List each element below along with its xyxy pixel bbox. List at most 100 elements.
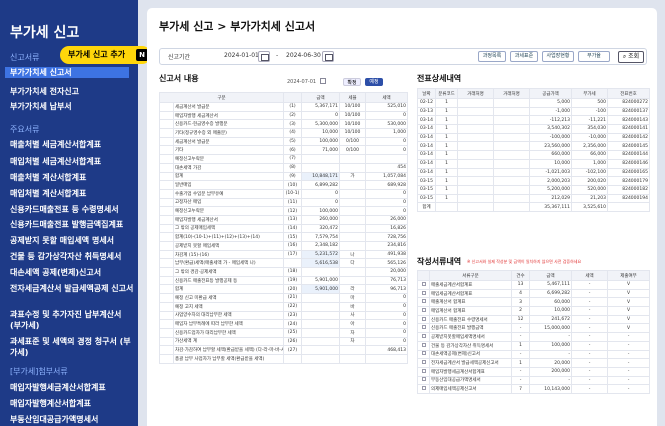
end-date-input[interactable]: 2024-06-30 [286,52,321,59]
table-row[interactable]: 매출계산서 합계표 3 60,000- V [417,297,650,308]
table-cell: 824000165 [607,167,650,178]
calendar-icon[interactable] [322,51,334,62]
table-row[interactable]: 신용카드 매출전표 수령명세서 12 241,672- V [417,314,650,325]
table-row[interactable]: 전자세금계산서 발급세액공제신고서 1 20,000- - [417,358,650,368]
row-checkbox[interactable] [417,366,430,377]
sidebar-item-vat-e-filing[interactable]: 부가가치세 전자신고 [10,86,79,97]
business-status-button[interactable]: 사업장현황 [542,51,574,62]
table-row[interactable]: 03-14 1 3,540,302 354,030 824000141 [417,124,650,134]
table-row[interactable]: 매입계산서 합계표 2 10,000- V [417,306,650,316]
table-cell: 기타(정규영수증 외 매출분) [173,128,284,138]
search-button[interactable]: ⌕ 조회 [618,51,644,63]
table-cell: 500 [571,98,608,108]
table-row[interactable]: 의제매입세액공제신고서 7 10,143,000- - [417,384,650,394]
row-checkbox[interactable] [417,297,430,308]
table-row[interactable]: 03-14 1 -112,213 -11,221 824000143 [417,115,650,126]
sidebar-item[interactable]: 건물 등 감가상각자산 취득명세서 [10,251,121,262]
sidebar-item[interactable]: 매출처별 세금계산서합계표 [10,139,101,150]
table-cell [159,128,174,138]
row-checkbox[interactable] [417,288,430,299]
table-row[interactable]: 03-14 1 660,000 66,000 824000144 [417,150,650,160]
table-cell: (10-1) [283,188,302,199]
sidebar-item[interactable]: 과세표준 및 세액의 경정 청구서 (부가세) [10,336,135,358]
table-cell: 1 [435,106,458,117]
table-cell [159,336,174,347]
table-row[interactable]: 매입세금계산서합계표 4 6,699,282- V [417,288,650,299]
row-checkbox[interactable] [417,332,430,342]
start-date-input[interactable]: 2024-01-01 [224,52,259,59]
sidebar-item-vat-return[interactable]: 부가가치세 신고서 [5,67,129,78]
table-cell [159,319,174,329]
calendar-icon[interactable] [320,78,326,84]
sidebar-item[interactable]: 과표수정 및 추가자진 납부계산서 (부가세) [10,309,135,331]
sidebar-item[interactable]: 전자세금계산서 발급세액공제 신고서 [10,283,135,294]
table-row[interactable]: 합계 35,367,111 3,525,610 [417,202,650,212]
row-checkbox[interactable] [417,340,430,351]
row-checkbox[interactable] [417,349,430,360]
table-cell: 354,030 [571,124,608,134]
table-cell: 0/100 [339,145,366,156]
row-checkbox[interactable] [417,314,430,325]
sidebar-item[interactable]: 매출처별 계산서합계표 [10,172,86,183]
table-row: 신용카드 매출전표등 발행공제 등 (19) 5,901,000 76,713 [159,275,408,286]
sidebar-item-vat-payment[interactable]: 부가가치세 납부서 [10,101,72,112]
table-row[interactable]: 03-14 1 23,560,000 2,356,000 824000145 [417,141,650,152]
table-row[interactable]: 03-14 1 -1,021,003 -102,100 824000165 [417,167,650,178]
row-checkbox[interactable] [417,384,430,394]
table-cell: 건물 등 감가상각자산 취득명세서 [429,340,512,351]
table-row[interactable]: 03-15 1 212,029 21,203 824000194 [417,193,650,204]
table-cell: 매출세금계산서합계표 [429,280,512,290]
table-row[interactable]: 03-15 1 2,000,203 200,020 824000179 [417,176,650,186]
table-cell: - [607,375,650,386]
table-row[interactable]: 공제받지못할매입세액명세서 - - - - [417,332,650,342]
table-row[interactable]: 부동산임대공급가액명세서 - - - - [417,375,650,386]
add-vat-return-shortcut[interactable]: 부가세 신고 추가 N [60,46,151,64]
vat-ratio-button[interactable]: 부가율 [578,51,610,62]
sidebar-item[interactable]: 매입처별 계산서합계표 [10,188,86,199]
sidebar-item[interactable]: 공제받지 못할 매입세액 명세서 [10,235,114,246]
table-row[interactable]: 매출세금계산서합계표 13 5,467,111- V [417,280,650,290]
tab-final[interactable]: 확정 [343,78,361,86]
sidebar-item[interactable]: 신용카드매출전표 등 수령명세서 [10,204,119,215]
column-header: 건수 [511,270,530,281]
table-row[interactable]: 건물 등 감가상각자산 취득명세서 1 100,000- - [417,340,650,351]
column-header: 전표번호 [607,88,650,99]
row-checkbox[interactable] [417,306,430,316]
table-cell [159,180,174,190]
tab-preliminary[interactable]: 예정 [365,78,383,86]
row-checkbox[interactable] [417,280,430,290]
table-row[interactable]: 03-15 1 5,200,000 520,000 824000182 [417,184,650,195]
sidebar-item[interactable]: 매입자발행세금계산서합계표 [10,382,106,393]
table-cell [493,176,530,186]
table-row[interactable]: 매입자발행세금계산서합계표 -200,000- - [417,366,650,377]
table-cell [283,258,302,269]
sidebar-item[interactable]: 대손세액 공제(변제)신고서 [10,267,101,278]
sidebar-item[interactable]: 매입자발행계산서합계표 [10,398,91,409]
table-row[interactable]: 신용카드 매출전표 발행금액 -15,000,000- V [417,323,650,334]
row-checkbox[interactable] [417,375,430,386]
table-row[interactable]: 대손세액공제(변제)신고서 - - - - [417,349,650,360]
sidebar-item[interactable]: 신용카드매출전표 발행금액집계표 [10,219,123,230]
table-row[interactable]: 03-14 1 10,000 1,000 824000146 [417,158,650,169]
row-checkbox[interactable] [417,358,430,368]
table-cell: V [607,306,650,316]
table-cell: -102,100 [571,167,608,178]
tax-base-button[interactable]: 과세표준 [510,51,538,62]
row-checkbox[interactable] [417,323,430,334]
table-cell: 21,203 [571,193,608,204]
calendar-icon[interactable] [258,51,270,62]
table-cell: - [511,375,530,386]
process-list-button[interactable]: 과정목록 [478,51,506,62]
table-row[interactable]: 03-13 1 -1,000 -100 824000137 [417,106,650,117]
sidebar-item[interactable]: 부동산임대공급가액명세서 [10,414,98,425]
checkbox-icon [421,377,426,382]
table-row[interactable]: 02-12 1 5,000 500 824000272 [417,98,650,108]
documents-note: ※ 신고서와 실제 작성분 및 금액이 일치하지 않으면 사전 검증하세요 [467,259,582,264]
table-cell [339,214,366,225]
table-row: 기타(정규영수증 외 매출분) (4) 10,000 10/100 1,000 [159,128,408,138]
table-cell: -10,000 [571,132,608,143]
table-row[interactable]: 03-14 1 -100,000 -10,000 824000142 [417,132,650,143]
breadcrumb: 부가세 신고 > 부가가치세 신고서 [159,20,316,33]
sidebar-item[interactable]: 매입처별 세금계산서합계표 [10,156,101,167]
table-cell [339,223,366,234]
